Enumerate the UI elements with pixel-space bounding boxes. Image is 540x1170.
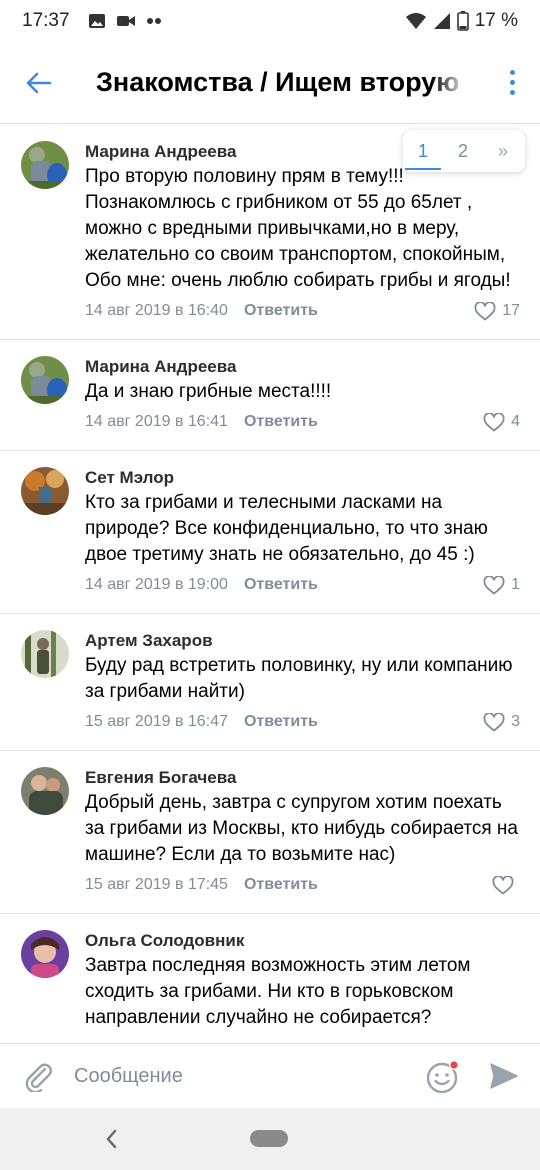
cell-signal-icon <box>433 13 450 29</box>
comment-date: 14 авг 2019 в 16:40 <box>85 302 228 319</box>
like-button[interactable] <box>492 875 520 895</box>
comment-item: Марина Андреева Да и знаю грибные места!… <box>0 340 540 451</box>
comment-date: 14 авг 2019 в 16:41 <box>85 413 228 430</box>
comment-item: Сет Мэлор Кто за грибами и телесными лас… <box>0 451 540 614</box>
comment-author[interactable]: Ольга Солодовник <box>85 928 520 952</box>
like-count: 4 <box>511 413 520 430</box>
comment-item: Ольга Солодовник Завтра последняя возмож… <box>0 914 540 1043</box>
avatar[interactable] <box>21 467 69 515</box>
smile-icon <box>426 1060 459 1094</box>
comment-date: 15 авг 2019 в 16:47 <box>85 713 228 730</box>
more-options-button[interactable] <box>500 62 524 102</box>
wifi-icon <box>405 13 426 29</box>
nav-home-pill[interactable] <box>250 1130 288 1147</box>
like-button[interactable]: 1 <box>483 575 520 595</box>
reply-button[interactable]: Ответить <box>244 413 318 431</box>
message-composer <box>0 1043 540 1108</box>
sticker-button[interactable] <box>424 1058 462 1096</box>
reply-button[interactable]: Ответить <box>244 576 318 594</box>
comment-item: Артем Захаров Буду рад встретить половин… <box>0 614 540 751</box>
status-time: 17:37 <box>22 10 70 31</box>
comment-item: Евгения Богачева Добрый день, завтра с с… <box>0 751 540 914</box>
comment-author[interactable]: Артем Захаров <box>85 628 520 652</box>
more-dots-icon <box>146 18 161 24</box>
avatar[interactable] <box>21 930 69 978</box>
page-1-button[interactable]: 1 <box>403 141 443 170</box>
image-icon <box>88 14 105 28</box>
comment-text: Буду рад встретить половинку, ну или ком… <box>85 655 513 702</box>
reply-button[interactable]: Ответить <box>244 713 318 731</box>
attach-button[interactable] <box>18 1056 58 1096</box>
heart-icon <box>483 575 505 594</box>
message-input[interactable] <box>74 1056 404 1096</box>
avatar[interactable] <box>21 630 69 678</box>
battery-icon <box>456 11 469 31</box>
reply-button[interactable]: Ответить <box>244 876 318 894</box>
more-vertical-icon <box>509 69 515 75</box>
notification-icons <box>88 12 162 30</box>
pagination: 1 2 » <box>403 130 525 172</box>
top-app-bar: Знакомства / Ищем вторую половинку <box>0 42 540 124</box>
heart-icon <box>474 301 496 320</box>
comment-author[interactable]: Марина Андреева <box>85 354 520 378</box>
comment-meta: 14 авг 2019 в 19:00 Ответить 1 <box>85 573 520 597</box>
comment-author[interactable]: Сет Мэлор <box>85 465 520 489</box>
notification-dot <box>450 1061 458 1069</box>
status-bar: 17:37 17 % <box>0 0 540 42</box>
status-right: 17 % <box>405 10 518 32</box>
system-navigation-bar <box>0 1108 540 1170</box>
next-pages-button[interactable]: » <box>483 141 523 162</box>
avatar[interactable] <box>21 356 69 404</box>
comment-date: 14 авг 2019 в 19:00 <box>85 576 228 593</box>
like-count: 3 <box>511 713 520 730</box>
comment-text: Добрый день, завтра с супругом хотим пое… <box>85 792 518 865</box>
page-title: Знакомства / Ищем вторую половинку <box>96 67 468 97</box>
battery-percent: 17 % <box>474 10 518 31</box>
comment-text: Кто за грибами и телесными ласками на пр… <box>85 492 488 565</box>
heart-icon <box>483 712 505 731</box>
avatar[interactable] <box>21 141 69 189</box>
comment-meta: 15 авг 2019 в 16:47 Ответить 3 <box>85 710 520 734</box>
video-icon <box>116 16 135 26</box>
back-button[interactable] <box>2 47 74 119</box>
comment-date: 15 авг 2019 в 17:45 <box>85 876 228 893</box>
like-button[interactable]: 17 <box>474 301 520 321</box>
comment-meta: 14 авг 2019 в 16:40 Ответить 17 <box>85 299 520 323</box>
heart-icon <box>492 875 514 894</box>
paperclip-icon <box>25 1063 52 1092</box>
avatar[interactable] <box>21 767 69 815</box>
send-icon <box>490 1063 518 1089</box>
nav-back-icon[interactable] <box>100 1126 122 1152</box>
heart-icon <box>483 412 505 431</box>
arrow-left-icon <box>26 72 52 93</box>
page-2-button[interactable]: 2 <box>443 141 483 162</box>
like-count: 17 <box>502 302 520 319</box>
comment-meta: 15 авг 2019 в 17:45 Ответить <box>85 873 520 897</box>
comment-author[interactable]: Евгения Богачева <box>85 765 520 789</box>
comment-meta: 14 авг 2019 в 16:41 Ответить 4 <box>85 410 520 434</box>
reply-button[interactable]: Ответить <box>244 302 318 320</box>
comment-text: Да и знаю грибные места!!!! <box>85 381 332 402</box>
comments-list[interactable]: Марина Андреева Про вторую половину прям… <box>0 125 540 1043</box>
like-button[interactable]: 3 <box>483 712 520 732</box>
like-count: 1 <box>511 576 520 593</box>
comment-text: Про вторую половину прям в тему!!! Позна… <box>85 166 511 291</box>
comment-text: Завтра последняя возможность этим летом … <box>85 955 471 1028</box>
send-button[interactable] <box>486 1058 522 1094</box>
like-button[interactable]: 4 <box>483 412 520 432</box>
